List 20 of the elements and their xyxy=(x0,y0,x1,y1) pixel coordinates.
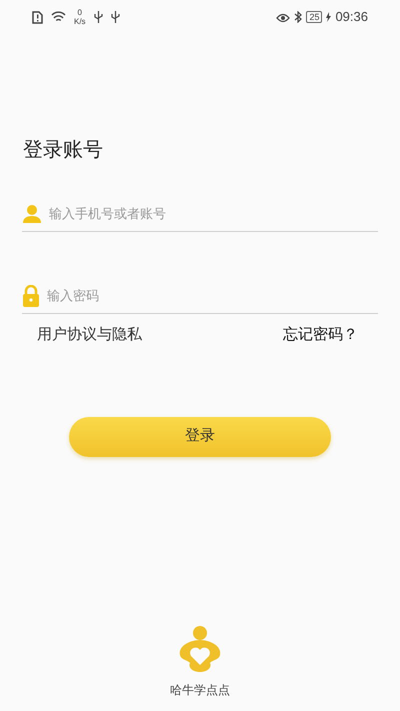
usb-icon xyxy=(94,11,103,23)
forgot-password-link[interactable]: 忘记密码？ xyxy=(283,324,358,346)
clock-time: 09:36 xyxy=(335,8,368,26)
charging-icon xyxy=(326,12,332,22)
usb-icon xyxy=(110,11,120,23)
page-title: 登录账号 xyxy=(23,138,103,163)
lock-icon xyxy=(22,284,40,306)
sim-alert-icon xyxy=(32,10,43,24)
battery-level: 25 xyxy=(306,11,322,23)
input-field[interactable]: 输入密码 xyxy=(47,286,378,306)
agreement-link[interactable]: 用户协议与隐私 xyxy=(37,324,142,346)
network-speed-value: 0 xyxy=(78,8,82,17)
wifi-icon xyxy=(51,11,66,23)
input-field[interactable]: 输入手机号或者账号 xyxy=(49,204,378,224)
network-speed-unit: K/s xyxy=(74,17,86,26)
app-name: 哈牛学点点 xyxy=(170,682,230,699)
user-icon xyxy=(22,204,42,224)
eye-icon xyxy=(276,12,290,22)
login-button[interactable]: 登录 xyxy=(69,416,331,456)
bluetooth-icon xyxy=(294,11,302,23)
